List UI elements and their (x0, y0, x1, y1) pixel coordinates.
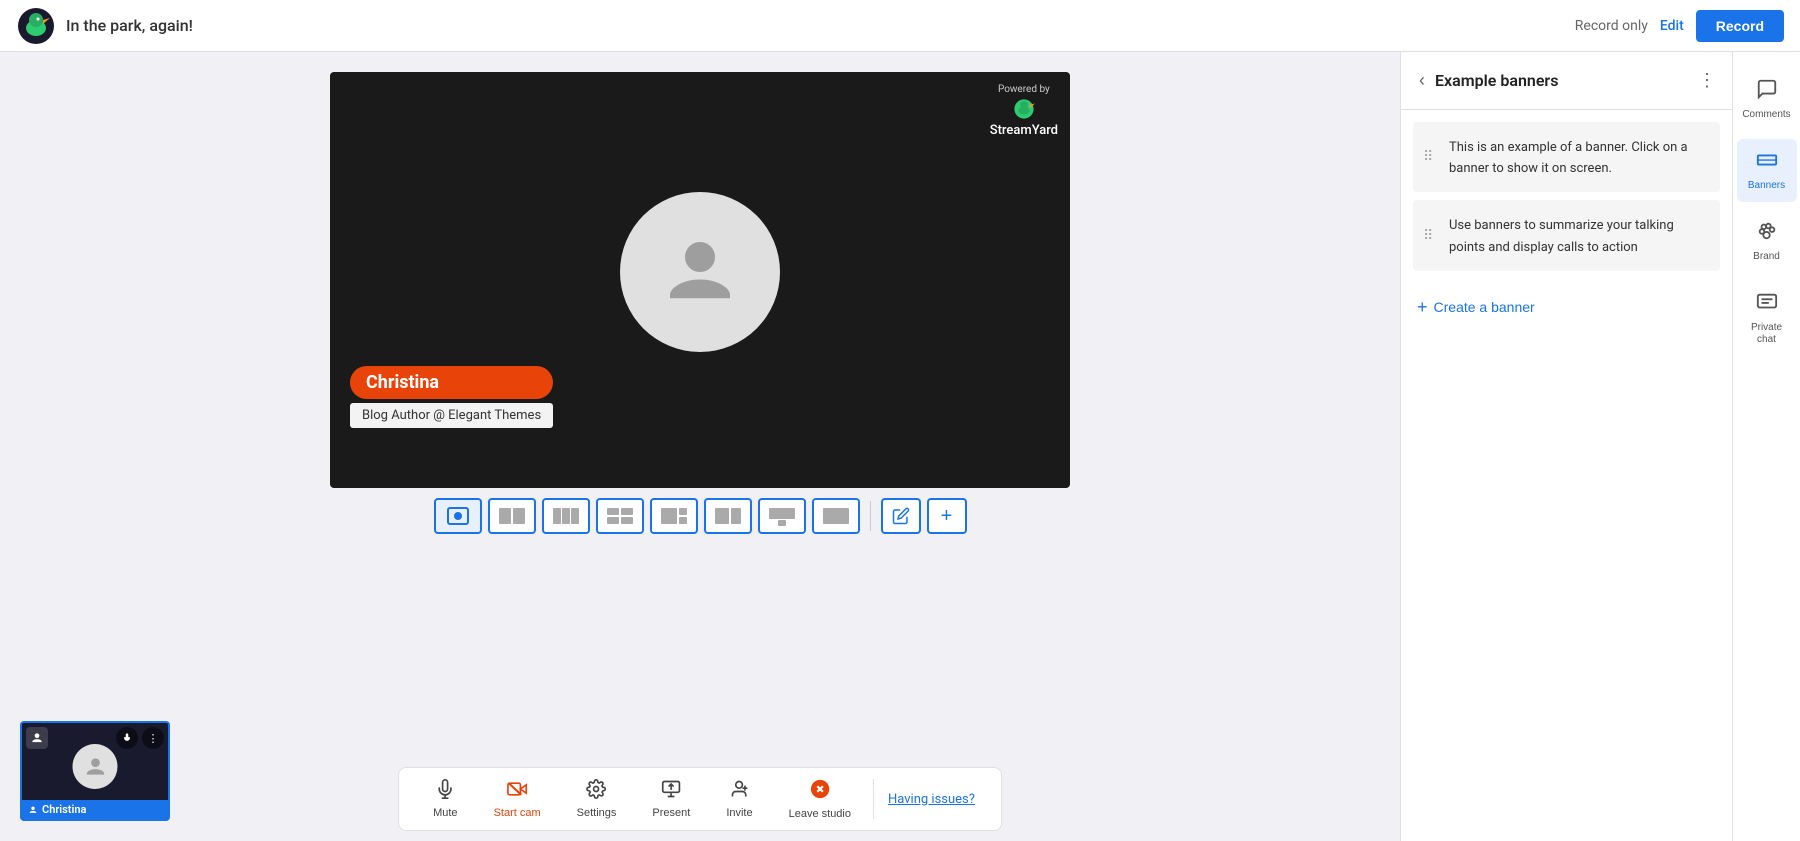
banner-item-1[interactable]: ⠿ This is an example of a banner. Click … (1413, 122, 1720, 192)
topbar-left: In the park, again! (16, 6, 193, 46)
studio-title: In the park, again! (66, 16, 193, 35)
private-chat-label: Private chat (1743, 322, 1791, 346)
thumb-name: Christina (42, 803, 86, 816)
topbar: In the park, again! Record only Edit Rec… (0, 0, 1800, 52)
center-avatar (620, 192, 780, 352)
present-label: Present (652, 807, 690, 819)
thumb-user-icon[interactable] (26, 727, 48, 749)
studio-area: Powered by StreamYard (0, 52, 1400, 841)
start-cam-icon (506, 779, 528, 805)
start-cam-button[interactable]: Start cam (476, 769, 559, 829)
powered-by-text: Powered by (990, 84, 1058, 95)
banners-icon (1756, 149, 1778, 177)
private-chat-icon (1756, 291, 1778, 319)
layout-single-btn[interactable] (434, 498, 482, 534)
add-layout-btn[interactable]: + (927, 498, 967, 534)
edit-link[interactable]: Edit (1660, 18, 1684, 34)
invite-icon (729, 779, 749, 805)
panel-content-banners: ‹ Example banners ⋮ ⠿ This is an example… (1401, 52, 1732, 841)
create-banner-button[interactable]: + Create a banner (1401, 283, 1732, 332)
layout-bar: + (434, 498, 967, 534)
topbar-right: Record only Edit Record (1575, 10, 1784, 42)
main-content: Powered by StreamYard (0, 52, 1800, 841)
participant-subtitle-tag: Blog Author @ Elegant Themes (350, 403, 553, 428)
bottom-toolbar: Mute Start cam (398, 767, 1002, 831)
panel-title: Example banners (1435, 71, 1558, 90)
sidebar-icons: Comments Banners (1732, 52, 1800, 841)
video-canvas: Powered by StreamYard (330, 72, 1070, 488)
create-banner-plus: + (1417, 297, 1428, 318)
thumbnail-strip: ⋮ Christina (20, 721, 170, 821)
layout-person-sidebar-btn[interactable] (650, 498, 698, 534)
edit-layout-btn[interactable] (881, 498, 921, 534)
layout-three-btn[interactable] (542, 498, 590, 534)
mute-button[interactable]: Mute (415, 769, 475, 829)
participant-name-tag: Christina (350, 366, 553, 399)
thumb-controls: ⋮ (116, 727, 164, 749)
record-only-label: Record only (1575, 18, 1648, 34)
create-banner-label: Create a banner (1434, 299, 1535, 315)
powered-by: Powered by StreamYard (990, 84, 1058, 138)
invite-button[interactable]: Invite (708, 769, 770, 829)
drag-handle-1: ⠿ (1423, 149, 1433, 165)
brand-label: Brand (1753, 251, 1780, 263)
toolbar-divider (873, 779, 874, 819)
comments-icon (1756, 78, 1778, 106)
app-logo (16, 6, 56, 46)
sidebar-comments-btn[interactable]: Comments (1737, 68, 1797, 131)
panel-menu-button[interactable]: ⋮ (1698, 70, 1716, 91)
panel-header: ‹ Example banners ⋮ (1401, 52, 1732, 110)
streamyard-icon (1008, 97, 1040, 121)
avatar-icon (655, 227, 745, 317)
thumb-mic-btn[interactable] (116, 727, 138, 749)
sidebar-private-chat-btn[interactable]: Private chat (1737, 281, 1797, 356)
brand-icon (1756, 220, 1778, 248)
mute-icon (435, 779, 455, 805)
invite-label: Invite (726, 807, 752, 819)
sidebar-brand-btn[interactable]: Brand (1737, 210, 1797, 273)
layout-person-bottom-btn[interactable] (758, 498, 806, 534)
layout-fullscreen-btn[interactable] (812, 498, 860, 534)
mute-label: Mute (433, 807, 457, 819)
present-button[interactable]: Present (634, 769, 708, 829)
present-icon (661, 779, 681, 805)
thumb-more-btn[interactable]: ⋮ (142, 727, 164, 749)
start-cam-label: Start cam (494, 807, 541, 819)
right-panel: ‹ Example banners ⋮ ⠿ This is an example… (1400, 52, 1800, 841)
settings-button[interactable]: Settings (559, 769, 635, 829)
drag-handle-2: ⠿ (1423, 228, 1433, 244)
name-banner: Christina Blog Author @ Elegant Themes (350, 366, 553, 428)
banner-list: ⠿ This is an example of a banner. Click … (1401, 110, 1732, 283)
settings-label: Settings (577, 807, 617, 819)
leave-label: Leave studio (789, 808, 851, 820)
streamyard-logo: StreamYard (990, 97, 1058, 138)
banners-label: Banners (1748, 180, 1785, 192)
thumb-avatar (73, 744, 118, 789)
layout-two-btn[interactable] (488, 498, 536, 534)
banner-text-1: This is an example of a banner. Click on… (1449, 140, 1688, 176)
panel-header-left: ‹ Example banners (1417, 68, 1558, 93)
thumb-name-bar: Christina (22, 800, 168, 819)
banner-item-2[interactable]: ⠿ Use banners to summarize your talking … (1413, 200, 1720, 270)
settings-icon (587, 779, 607, 805)
comments-label: Comments (1742, 109, 1790, 121)
thumbnail-item[interactable]: ⋮ Christina (20, 721, 170, 821)
banner-text-2: Use banners to summarize your talking po… (1449, 218, 1674, 254)
leave-icon (809, 778, 831, 806)
sidebar-banners-btn[interactable]: Banners (1737, 139, 1797, 202)
layout-person-wide-btn[interactable] (704, 498, 752, 534)
having-issues-link[interactable]: Having issues? (878, 792, 985, 807)
panel-back-button[interactable]: ‹ (1417, 68, 1427, 93)
record-button[interactable]: Record (1696, 10, 1784, 42)
leave-studio-button[interactable]: Leave studio (771, 768, 869, 830)
layout-divider (870, 501, 871, 531)
layout-four-btn[interactable] (596, 498, 644, 534)
streamyard-name: StreamYard (990, 123, 1058, 138)
